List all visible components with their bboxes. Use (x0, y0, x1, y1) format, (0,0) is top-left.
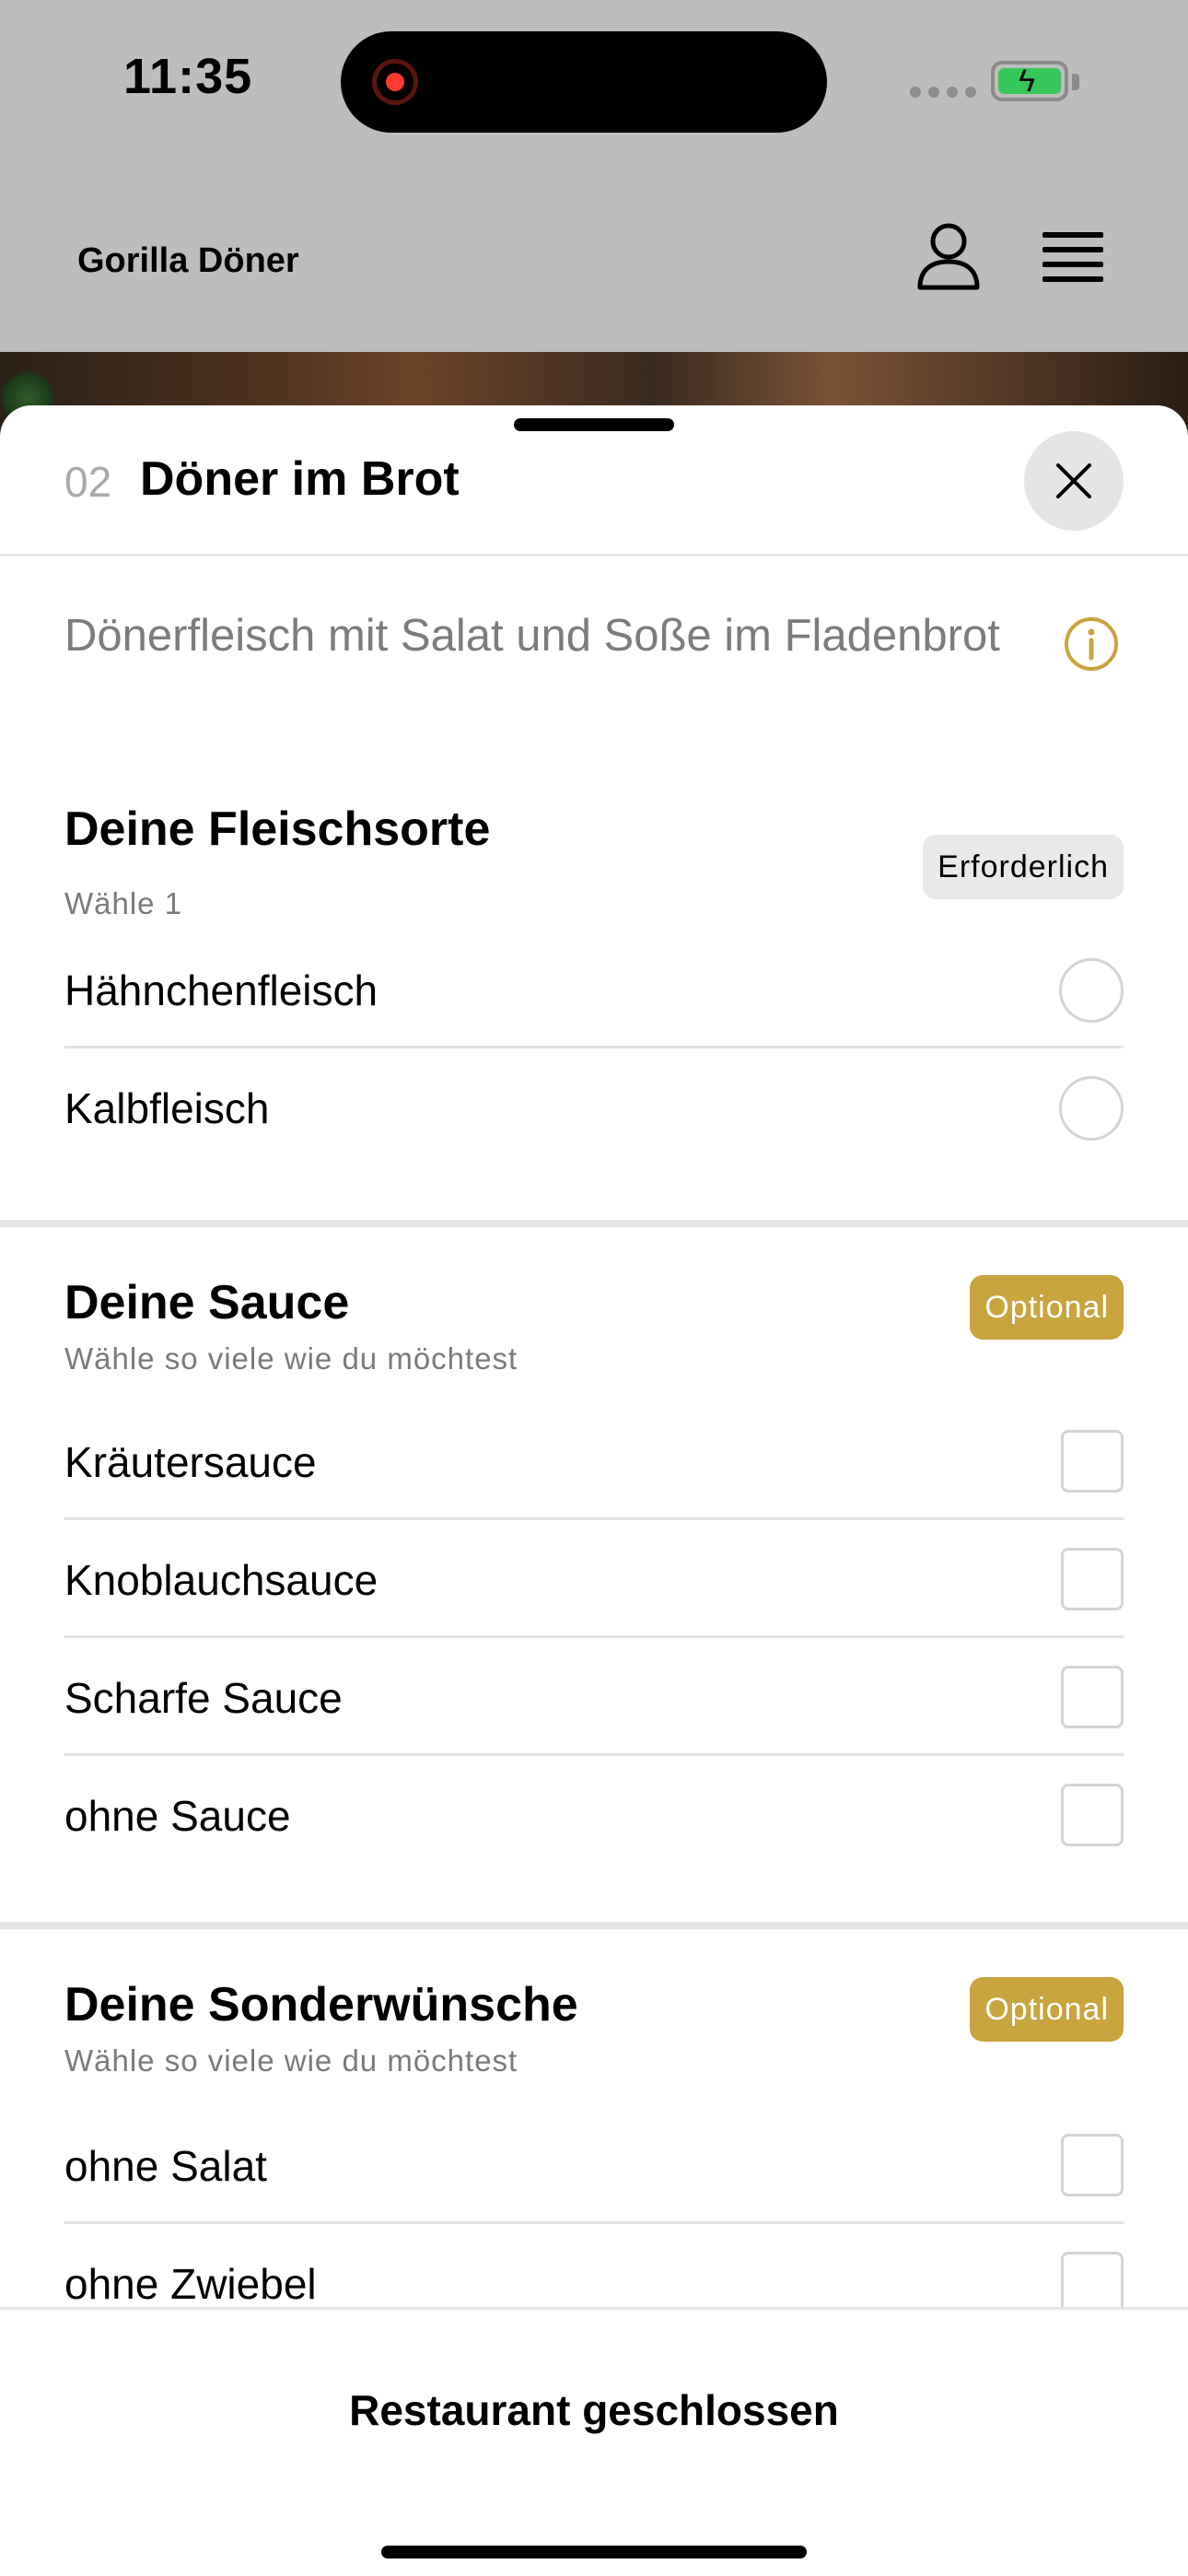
option-label: ohne Salat (64, 2142, 267, 2190)
screen-recording-icon (372, 59, 418, 105)
option-row[interactable]: Scharfe Sauce (64, 1638, 1124, 1756)
info-icon[interactable] (1063, 615, 1120, 673)
checkbox[interactable] (1061, 1430, 1124, 1493)
option-label: Kalbfleisch (64, 1084, 270, 1132)
checkbox[interactable] (1061, 2252, 1124, 2314)
option-row[interactable]: Hähnchenfleisch (64, 931, 1124, 1048)
option-label: ohne Sauce (64, 1792, 291, 1840)
checkbox[interactable] (1061, 1666, 1124, 1728)
charging-bolt-icon: ϟ (1019, 64, 1035, 99)
option-label: Kräutersauce (64, 1438, 317, 1486)
required-badge: Erforderlich (923, 835, 1124, 899)
item-description: Dönerfleisch mit Salat und Soße im Flade… (64, 611, 1000, 661)
home-indicator[interactable] (381, 2546, 807, 2558)
section-special-requests: Deine Sonderwünsche Wähle so viele wie d… (0, 1977, 1188, 2364)
section-subtitle: Wähle 1 (64, 886, 183, 920)
sheet-header: 02 Döner im Brot (0, 405, 1188, 556)
radio-button[interactable] (1059, 958, 1124, 1023)
brand-name[interactable]: Gorilla Döner (77, 241, 299, 281)
hamburger-menu-icon[interactable] (1042, 232, 1103, 284)
restaurant-closed-button[interactable]: Restaurant geschlossen (0, 2385, 1188, 2435)
app-header: Gorilla Döner (0, 166, 1188, 352)
battery-icon: ϟ (991, 61, 1068, 101)
option-row[interactable]: Kräutersauce (64, 1402, 1124, 1520)
footer-bar: Restaurant geschlossen (0, 2307, 1188, 2576)
option-row[interactable]: ohne Salat (64, 2106, 1124, 2224)
section-title: Deine Sonderwünsche (64, 1978, 578, 2032)
item-number: 02 (64, 458, 112, 506)
section-subtitle: Wähle so viele wie du möchtest (64, 2043, 518, 2078)
section-divider (0, 1922, 1188, 1929)
section-title: Deine Sauce (64, 1276, 350, 1329)
section-title: Deine Fleischsorte (64, 802, 491, 856)
option-label: ohne Zwiebel (64, 2260, 317, 2308)
checkbox[interactable] (1061, 1548, 1124, 1610)
option-label: Scharfe Sauce (64, 1674, 343, 1722)
optional-badge: Optional (970, 1275, 1124, 1340)
optional-badge: Optional (970, 1977, 1124, 2042)
close-button[interactable] (1024, 431, 1124, 531)
option-row[interactable]: ohne Sauce (64, 1756, 1124, 1874)
option-row[interactable]: Knoblauchsauce (64, 1520, 1124, 1638)
checkbox[interactable] (1061, 2134, 1124, 2196)
checkbox[interactable] (1061, 1784, 1124, 1846)
item-title: Döner im Brot (140, 452, 460, 506)
section-sauce: Deine Sauce Wähle so viele wie du möchte… (0, 1275, 1188, 1865)
option-label: Hähnchenfleisch (64, 966, 379, 1014)
option-row[interactable]: Kalbfleisch (64, 1048, 1124, 1166)
status-time: 11:35 (123, 49, 253, 104)
dynamic-island (341, 31, 827, 133)
section-meat-choice: Deine Fleischsorte Wähle 1 Erforderlich … (0, 802, 1188, 1225)
close-icon (1056, 463, 1091, 498)
product-options-sheet: 02 Döner im Brot Dönerfleisch mit Salat … (0, 405, 1188, 2576)
profile-icon[interactable] (915, 221, 982, 291)
status-bar: 11:35 ϟ (0, 0, 1188, 166)
cellular-signal-icon (910, 87, 976, 98)
option-label: Knoblauchsauce (64, 1556, 379, 1604)
section-subtitle: Wähle so viele wie du möchtest (64, 1341, 518, 1376)
radio-button[interactable] (1059, 1076, 1124, 1141)
section-divider (0, 1220, 1188, 1227)
